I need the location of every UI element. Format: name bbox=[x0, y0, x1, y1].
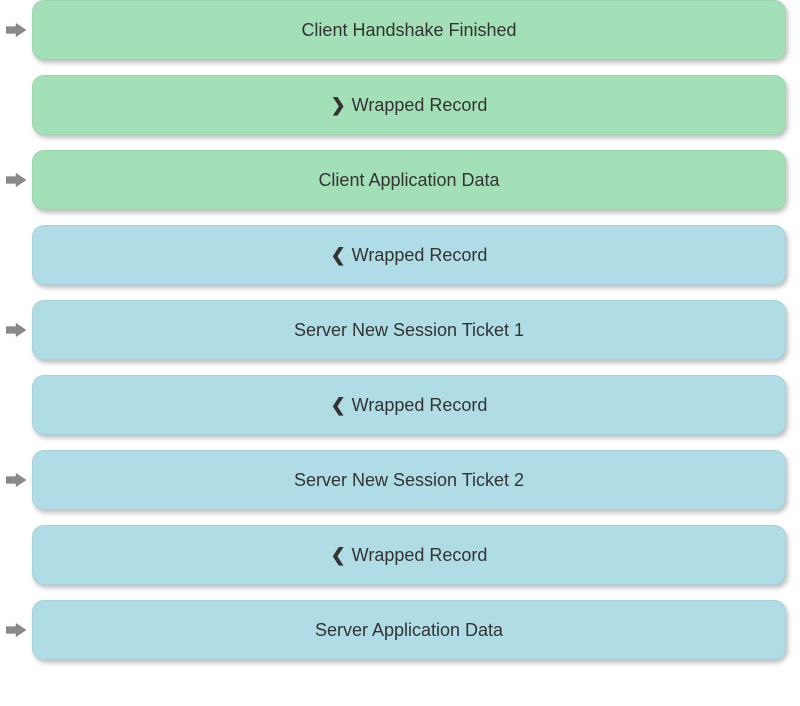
arrow-right-icon bbox=[6, 172, 26, 188]
record-box: Server New Session Ticket 2 bbox=[32, 450, 786, 510]
record-box: ❮ Wrapped Record bbox=[32, 375, 786, 435]
arrow-slot bbox=[0, 22, 32, 38]
tls-record-diagram: Client Handshake Finished ❯ Wrapped Record… bbox=[0, 0, 800, 660]
diagram-row: ❯ Wrapped Record bbox=[0, 75, 800, 135]
diagram-row: ❮ Wrapped Record bbox=[0, 225, 800, 285]
record-label: Wrapped Record bbox=[352, 545, 488, 566]
record-label: Client Application Data bbox=[318, 170, 499, 191]
chevron-left-icon: ❮ bbox=[331, 545, 346, 566]
diagram-row: Client Application Data bbox=[0, 150, 800, 210]
record-label: Wrapped Record bbox=[352, 395, 488, 416]
record-box: Client Application Data bbox=[32, 150, 786, 210]
record-box: Client Handshake Finished bbox=[32, 0, 786, 60]
arrow-right-icon bbox=[6, 322, 26, 338]
record-label: Wrapped Record bbox=[352, 95, 488, 116]
record-box: Server New Session Ticket 1 bbox=[32, 300, 786, 360]
chevron-left-icon: ❮ bbox=[331, 245, 346, 266]
diagram-row: Server New Session Ticket 1 bbox=[0, 300, 800, 360]
arrow-slot bbox=[0, 622, 32, 638]
record-box: ❮ Wrapped Record bbox=[32, 225, 786, 285]
arrow-right-icon bbox=[6, 472, 26, 488]
record-box: ❯ Wrapped Record bbox=[32, 75, 786, 135]
record-box: Server Application Data bbox=[32, 600, 786, 660]
record-label: Server Application Data bbox=[315, 620, 503, 641]
record-label: Wrapped Record bbox=[352, 245, 488, 266]
diagram-row: ❮ Wrapped Record bbox=[0, 525, 800, 585]
record-label: Server New Session Ticket 2 bbox=[294, 470, 524, 491]
diagram-row: Client Handshake Finished bbox=[0, 0, 800, 60]
arrow-right-icon bbox=[6, 622, 26, 638]
arrow-right-icon bbox=[6, 22, 26, 38]
arrow-slot bbox=[0, 322, 32, 338]
record-label: Client Handshake Finished bbox=[301, 20, 516, 41]
chevron-left-icon: ❮ bbox=[331, 395, 346, 416]
record-box: ❮ Wrapped Record bbox=[32, 525, 786, 585]
chevron-right-icon: ❯ bbox=[331, 95, 346, 116]
arrow-slot bbox=[0, 472, 32, 488]
diagram-row: Server Application Data bbox=[0, 600, 800, 660]
record-label: Server New Session Ticket 1 bbox=[294, 320, 524, 341]
diagram-row: Server New Session Ticket 2 bbox=[0, 450, 800, 510]
diagram-row: ❮ Wrapped Record bbox=[0, 375, 800, 435]
arrow-slot bbox=[0, 172, 32, 188]
